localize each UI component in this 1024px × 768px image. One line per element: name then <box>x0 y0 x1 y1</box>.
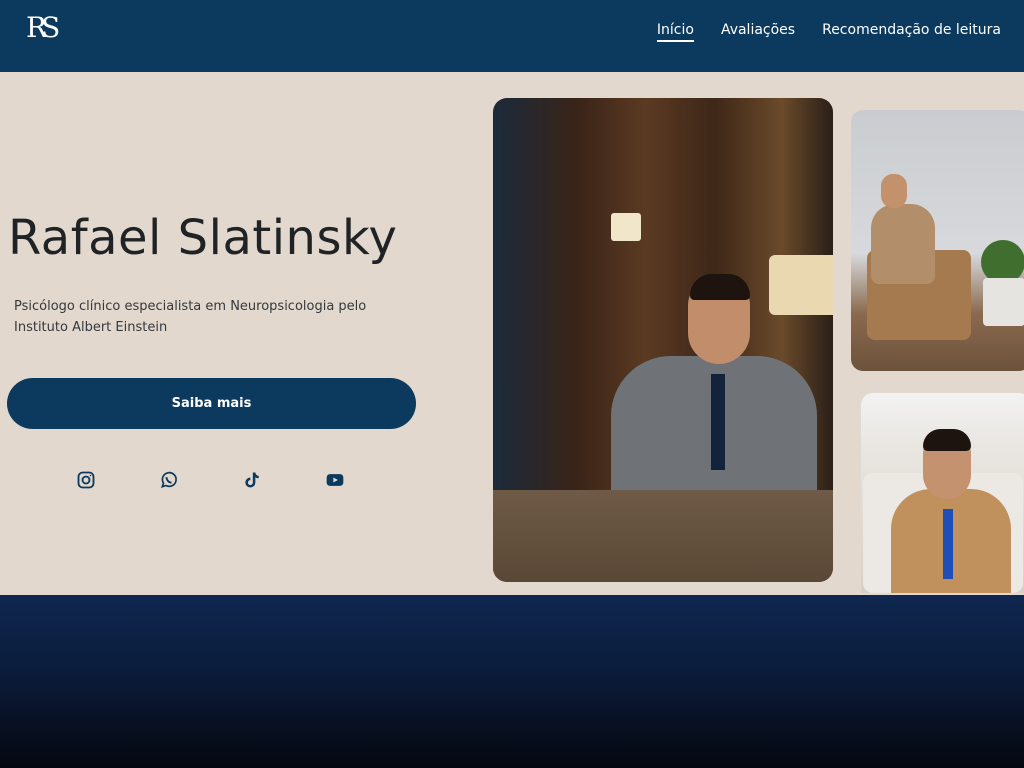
suit-jacket <box>871 204 935 284</box>
whatsapp-icon[interactable] <box>153 464 185 496</box>
wooden-table <box>493 490 833 582</box>
tiktok-icon[interactable] <box>236 464 268 496</box>
youtube-icon[interactable] <box>319 464 351 496</box>
plant-pot <box>983 278 1024 326</box>
next-section-background <box>0 595 1024 768</box>
face <box>881 174 907 208</box>
page-title: Rafael Slatinsky <box>8 210 398 266</box>
saiba-mais-button[interactable]: Saiba mais <box>7 378 416 429</box>
tie <box>943 509 953 579</box>
floor-lamp <box>769 255 833 315</box>
social-links <box>70 464 402 496</box>
portrait-photo-chair <box>851 110 1024 371</box>
nav-item-recomendacao-de-leitura[interactable]: Recomendação de leitura <box>822 22 1001 38</box>
logo[interactable]: RS <box>26 11 60 45</box>
portrait-photo-office <box>493 98 833 582</box>
hair <box>690 274 750 300</box>
top-navigation-bar: RS Início Avaliações Recomendação de lei… <box>0 0 1024 72</box>
nav-item-inicio[interactable]: Início <box>656 22 694 42</box>
hero-section: Rafael Slatinsky Psicólogo clínico espec… <box>0 72 1024 595</box>
logo-text: RS <box>26 11 60 44</box>
main-nav: Início Avaliações Recomendação de leitur… <box>656 0 1024 60</box>
tie <box>711 374 725 470</box>
nav-item-avaliacoes[interactable]: Avaliações <box>721 22 795 38</box>
wall-lamp <box>611 213 641 241</box>
instagram-icon[interactable] <box>70 464 102 496</box>
hero-description: Psicólogo clínico especialista em Neurop… <box>14 299 367 335</box>
hair <box>923 429 971 451</box>
portrait-photo-sofa <box>861 393 1024 593</box>
